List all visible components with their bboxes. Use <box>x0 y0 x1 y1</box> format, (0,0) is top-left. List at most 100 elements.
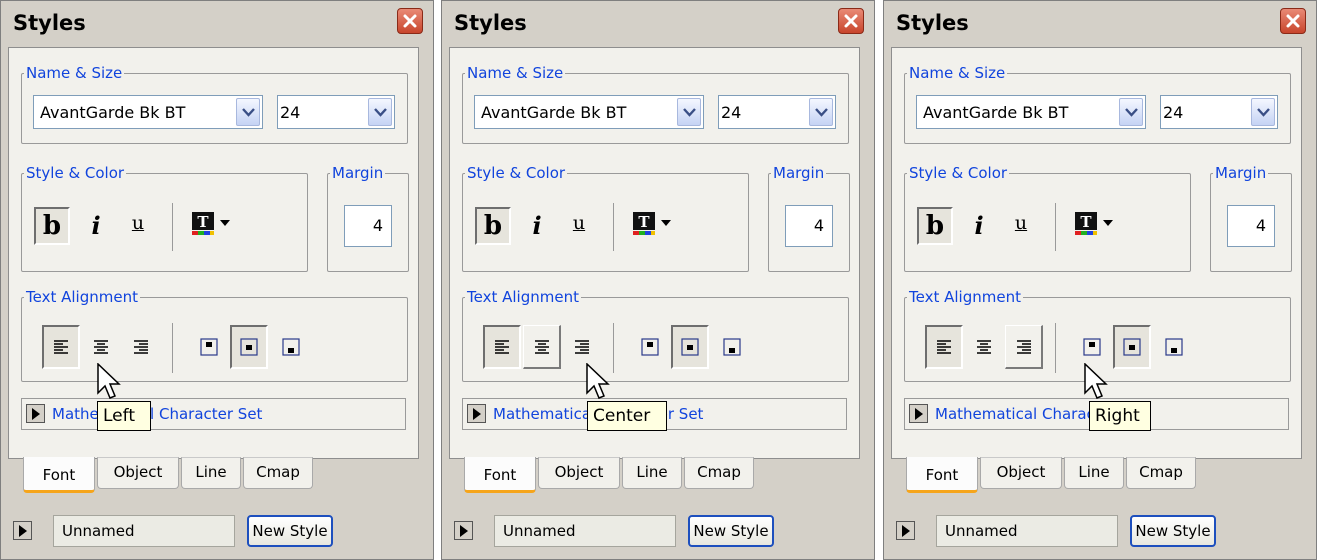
font-name-select[interactable]: AvantGarde Bk BT <box>474 95 704 129</box>
new-style-button[interactable]: New Style <box>1130 515 1216 547</box>
bold-button[interactable]: b <box>917 207 953 245</box>
margin-input[interactable]: 4 <box>785 205 833 247</box>
tab-line[interactable]: Line <box>181 457 241 489</box>
new-style-button[interactable]: New Style <box>247 515 333 547</box>
tab-font-label: Font <box>483 466 517 484</box>
math-charset-expander[interactable]: Mathematical Character Set <box>21 398 406 430</box>
font-size-select[interactable]: 24 <box>1160 95 1278 129</box>
text-color-button[interactable]: T <box>1071 207 1123 245</box>
expand-button[interactable] <box>26 404 45 423</box>
valign-bottom-icon <box>1165 338 1183 356</box>
valign-middle-button[interactable] <box>1113 325 1151 369</box>
style-name-field[interactable]: Unnamed <box>494 515 676 547</box>
close-button[interactable] <box>397 8 423 34</box>
margin-value: 4 <box>1255 216 1266 235</box>
style-bar: Unnamed New Style <box>13 513 423 549</box>
text-alignment-group: Text Alignment <box>21 290 408 382</box>
italic-button[interactable]: i <box>961 207 997 245</box>
valign-bottom-button[interactable] <box>272 325 310 369</box>
tab-font[interactable]: Font <box>23 457 95 493</box>
font-size-value: 24 <box>1163 103 1184 122</box>
margin-input[interactable]: 4 <box>344 205 392 247</box>
tab-line[interactable]: Line <box>622 457 682 489</box>
tab-cmap[interactable]: Cmap <box>243 457 313 489</box>
underline-button[interactable]: u <box>120 207 156 245</box>
valign-middle-icon <box>240 338 258 356</box>
close-button[interactable] <box>838 8 864 34</box>
tab-cmap[interactable]: Cmap <box>684 457 754 489</box>
panel-title: Styles <box>896 11 969 35</box>
tab-font[interactable]: Font <box>464 457 536 493</box>
italic-button[interactable]: i <box>519 207 555 245</box>
style-color-group: Style & Color b i u T <box>904 166 1191 272</box>
play-icon <box>460 525 468 537</box>
titlebar: Styles <box>442 1 874 45</box>
align-right-button[interactable] <box>1005 325 1043 369</box>
style-name-field[interactable]: Unnamed <box>53 515 235 547</box>
tab-cmap[interactable]: Cmap <box>1126 457 1196 489</box>
font-size-dropdown-button[interactable] <box>809 98 833 126</box>
style-name-value: Unnamed <box>62 522 135 540</box>
tab-font[interactable]: Font <box>906 457 978 493</box>
align-right-button[interactable] <box>122 325 160 369</box>
underline-button[interactable]: u <box>561 207 597 245</box>
tab-cmap-label: Cmap <box>697 463 741 481</box>
style-expand-button[interactable] <box>896 521 915 540</box>
italic-button[interactable]: i <box>78 207 114 245</box>
bold-button[interactable]: b <box>34 207 70 245</box>
valign-top-button[interactable] <box>190 325 228 369</box>
font-name-dropdown-button[interactable] <box>236 98 260 126</box>
italic-label: i <box>532 211 542 240</box>
align-center-button[interactable] <box>523 325 561 369</box>
expand-button[interactable] <box>467 404 486 423</box>
align-left-button[interactable] <box>483 325 521 369</box>
valign-middle-button[interactable] <box>671 325 709 369</box>
margin-input[interactable]: 4 <box>1227 205 1275 247</box>
tab-object[interactable]: Object <box>97 457 179 489</box>
valign-bottom-button[interactable] <box>1155 325 1193 369</box>
tab-font-label: Font <box>42 466 76 484</box>
close-button[interactable] <box>1280 8 1306 34</box>
play-icon <box>473 408 481 420</box>
font-name-select[interactable]: AvantGarde Bk BT <box>33 95 263 129</box>
tab-object-label: Object <box>996 463 1046 481</box>
text-color-icon: T <box>633 212 671 235</box>
new-style-button[interactable]: New Style <box>688 515 774 547</box>
chevron-down-icon <box>242 108 255 117</box>
tab-line[interactable]: Line <box>1064 457 1124 489</box>
tab-object[interactable]: Object <box>538 457 620 489</box>
text-color-button[interactable]: T <box>629 207 681 245</box>
style-expand-button[interactable] <box>454 521 473 540</box>
align-left-button[interactable] <box>925 325 963 369</box>
margin-legend: Margin <box>1215 164 1267 182</box>
tab-object-label: Object <box>554 463 604 481</box>
font-name-dropdown-button[interactable] <box>677 98 701 126</box>
bold-button[interactable]: b <box>475 207 511 245</box>
valign-middle-button[interactable] <box>230 325 268 369</box>
text-color-button[interactable]: T <box>188 207 240 245</box>
tooltip-text: Center <box>593 406 651 426</box>
tab-bar: Font Object Line Cmap <box>454 457 854 497</box>
underline-button[interactable]: u <box>1003 207 1039 245</box>
expand-button[interactable] <box>909 404 928 423</box>
font-size-value: 24 <box>721 103 742 122</box>
font-size-select[interactable]: 24 <box>718 95 836 129</box>
font-name-value: AvantGarde Bk BT <box>40 103 186 122</box>
name-size-legend: Name & Size <box>467 64 564 82</box>
font-name-dropdown-button[interactable] <box>1119 98 1143 126</box>
svg-text:T: T <box>197 213 209 231</box>
valign-top-button[interactable] <box>631 325 669 369</box>
style-expand-button[interactable] <box>13 521 32 540</box>
valign-bottom-button[interactable] <box>713 325 751 369</box>
align-center-button[interactable] <box>965 325 1003 369</box>
font-size-dropdown-button[interactable] <box>368 98 392 126</box>
new-style-label: New Style <box>693 522 769 540</box>
style-name-field[interactable]: Unnamed <box>936 515 1118 547</box>
separator <box>1055 323 1056 373</box>
tab-object[interactable]: Object <box>980 457 1062 489</box>
align-left-button[interactable] <box>42 325 80 369</box>
font-size-select[interactable]: 24 <box>277 95 395 129</box>
tab-object-label: Object <box>113 463 163 481</box>
font-size-dropdown-button[interactable] <box>1251 98 1275 126</box>
font-name-select[interactable]: AvantGarde Bk BT <box>916 95 1146 129</box>
